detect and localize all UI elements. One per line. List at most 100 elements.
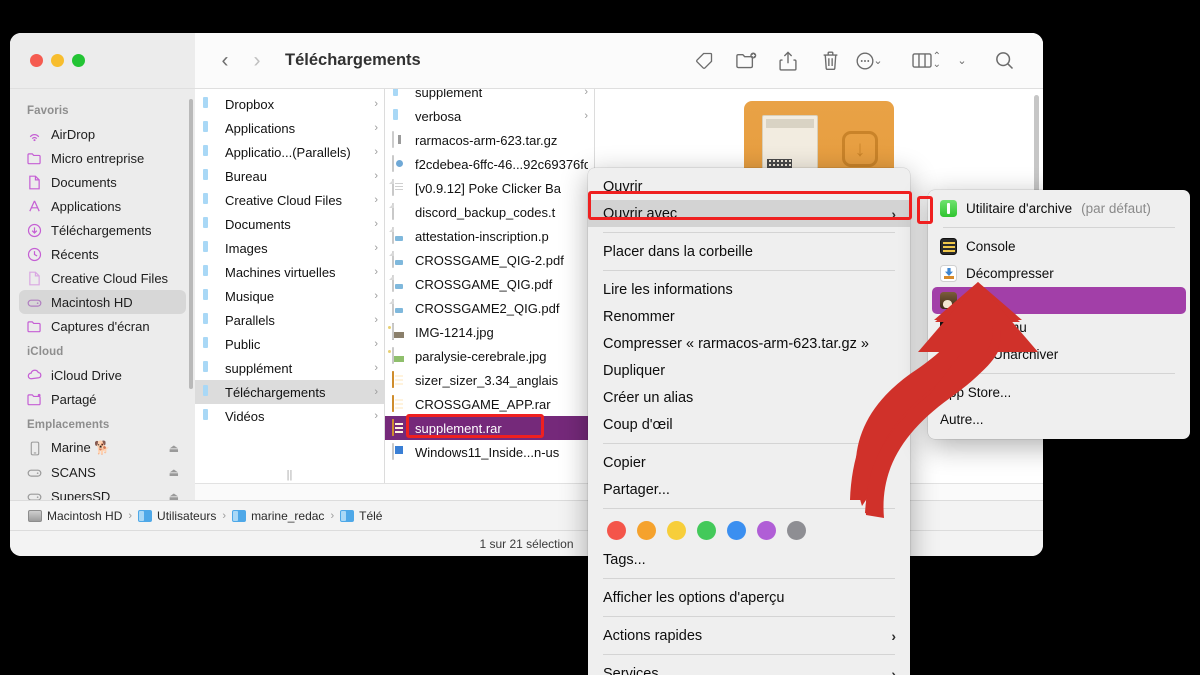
submenu-item-keka[interactable]: Keka [932, 287, 1186, 314]
tag-color-orange[interactable] [637, 521, 656, 540]
menu-item-partager[interactable]: Partager... [588, 476, 910, 503]
list-item[interactable]: rarmacos-arm-623.tar.gz [385, 128, 594, 152]
menu-item-compresser[interactable]: Compresser « rarmacos-arm-623.tar.gz » [588, 330, 910, 357]
sidebar-item-recents[interactable]: Récents [19, 242, 186, 266]
column-resizer[interactable]: || [195, 469, 384, 481]
submenu-item-decompresser[interactable]: Décompresser [928, 260, 1190, 287]
tag-color-blue[interactable] [727, 521, 746, 540]
list-item[interactable]: CROSSGAME_QIG-2.pdf [385, 248, 594, 272]
list-item[interactable]: Documents › [195, 212, 384, 236]
submenu-item-console[interactable]: Console [928, 233, 1190, 260]
breadcrumb-item-utilisateurs[interactable]: Utilisateurs [138, 509, 216, 523]
list-item[interactable]: Windows11_Inside...n-us [385, 440, 594, 464]
list-item[interactable]: Vidéos › [195, 404, 384, 428]
group-by-chevron-icon[interactable]: ⌄ [941, 44, 983, 78]
list-item[interactable]: CROSSGAME_APP.rar [385, 392, 594, 416]
forward-button[interactable]: › [241, 45, 273, 77]
list-item[interactable]: Musique › [195, 284, 384, 308]
sidebar-item-applications[interactable]: Applications [19, 194, 186, 218]
tag-icon[interactable] [683, 44, 725, 78]
tag-color-green[interactable] [697, 521, 716, 540]
tag-color-gray[interactable] [787, 521, 806, 540]
menu-item-lire-les-informations[interactable]: Lire les informations [588, 276, 910, 303]
list-item[interactable]: paralysie-cerebrale.jpg [385, 344, 594, 368]
menu-item-tags[interactable]: Tags... [588, 546, 910, 573]
sidebar-item-micro-entreprise[interactable]: Micro entreprise [19, 146, 186, 170]
breadcrumb-item-marine-redac[interactable]: marine_redac [232, 509, 324, 523]
list-item[interactable]: Bureau › [195, 164, 384, 188]
more-options-group[interactable]: ⌄ [851, 44, 883, 78]
list-item-supplement-rar[interactable]: supplement.rar [385, 416, 594, 440]
list-item[interactable]: attestation-inscription.p [385, 224, 594, 248]
sidebar-item-supersd[interactable]: SupersSD ⏏ [19, 484, 186, 500]
list-item[interactable]: IMG-1214.jpg [385, 320, 594, 344]
tag-color-yellow[interactable] [667, 521, 686, 540]
menu-item-services[interactable]: Services › [588, 660, 910, 675]
sidebar-item-marine[interactable]: Marine 🐕 ⏏ [19, 436, 186, 460]
sidebar-item-creative-cloud-files[interactable]: Creative Cloud Files [19, 266, 186, 290]
menu-item-coup-doeil[interactable]: Coup d'œil [588, 411, 910, 438]
sidebar-item-documents[interactable]: Documents [19, 170, 186, 194]
back-button[interactable]: ‹ [209, 45, 241, 77]
breadcrumb-item-telechargements[interactable]: Télé [340, 509, 382, 523]
minimize-button[interactable] [51, 54, 64, 67]
breadcrumb-item-macintosh-hd[interactable]: Macintosh HD [28, 509, 122, 523]
list-item[interactable]: [v0.9.12] Poke Clicker Ba [385, 176, 594, 200]
submenu-item-the-unarchiver[interactable]: The Unarchiver [928, 341, 1190, 368]
trash-icon[interactable] [809, 44, 851, 78]
sidebar-item-macintosh-hd[interactable]: Macintosh HD [19, 290, 186, 314]
view-mode-group[interactable]: ⌃ ⌄ [907, 44, 941, 78]
list-item[interactable]: Images › [195, 236, 384, 260]
list-item[interactable]: discord_backup_codes.t [385, 200, 594, 224]
sidebar-item-partage[interactable]: Partagé [19, 387, 186, 411]
list-item[interactable]: Machines virtuelles › [195, 260, 384, 284]
new-folder-icon[interactable] [725, 44, 767, 78]
updown-chevron-icon[interactable]: ⌃ ⌄ [933, 51, 941, 69]
menu-item-ouvrir-avec[interactable]: Ouvrir avec › [588, 200, 910, 227]
sidebar-scrollbar[interactable] [189, 99, 193, 389]
list-item[interactable]: CROSSGAME2_QIG.pdf [385, 296, 594, 320]
share-icon[interactable] [767, 44, 809, 78]
close-button[interactable] [30, 54, 43, 67]
zoom-button[interactable] [72, 54, 85, 67]
list-item[interactable]: Creative Cloud Files › [195, 188, 384, 212]
menu-item-ouvrir[interactable]: Ouvrir [588, 173, 910, 200]
eject-icon[interactable]: ⏏ [169, 442, 179, 455]
chevron-down-icon[interactable]: ⌄ [873, 54, 882, 67]
list-item[interactable]: Dropbox › [195, 92, 384, 116]
list-item[interactable]: supplément › [195, 356, 384, 380]
sidebar-item-captures-decran[interactable]: Captures d'écran [19, 314, 186, 338]
eject-icon[interactable]: ⏏ [169, 466, 179, 479]
list-item[interactable]: Applicatio...(Parallels) › [195, 140, 384, 164]
submenu-item-openemu[interactable]: OpenEmu [928, 314, 1190, 341]
submenu-item-autre[interactable]: Autre... [928, 406, 1190, 433]
submenu-item-app-store[interactable]: App Store... [928, 379, 1190, 406]
list-item[interactable]: Public › [195, 332, 384, 356]
menu-item-creer-un-alias[interactable]: Créer un alias [588, 384, 910, 411]
sidebar-item-icloud-drive[interactable]: iCloud Drive [19, 363, 186, 387]
list-item[interactable]: f2cdebea-6ffc-46...92c69376fd.mp3 [385, 152, 594, 176]
list-item[interactable]: Parallels › [195, 308, 384, 332]
list-item[interactable]: Applications › [195, 116, 384, 140]
sidebar-item-scans[interactable]: SCANS ⏏ [19, 460, 186, 484]
list-item[interactable]: sizer_sizer_3.34_anglais [385, 368, 594, 392]
list-item[interactable]: CROSSGAME_QIG.pdf [385, 272, 594, 296]
list-item[interactable]: supplement › [385, 89, 594, 104]
menu-item-renommer[interactable]: Renommer [588, 303, 910, 330]
menu-item-copier[interactable]: Copier [588, 449, 910, 476]
list-item-telechargements[interactable]: Téléchargements › [195, 380, 384, 404]
tag-color-purple[interactable] [757, 521, 776, 540]
sidebar-item-airdrop[interactable]: AirDrop [19, 122, 186, 146]
submenu-item-utilitaire-darchive[interactable]: Utilitaire d'archive (par défaut) [928, 195, 1190, 222]
menu-item-placer-dans-la-corbeille[interactable]: Placer dans la corbeille [588, 238, 910, 265]
menu-item-label: Renommer [603, 308, 675, 325]
breadcrumb-separator: › [222, 509, 227, 522]
menu-item-afficher-les-options-dapercu[interactable]: Afficher les options d'aperçu [588, 584, 910, 611]
eject-icon[interactable]: ⏏ [169, 490, 179, 501]
search-icon[interactable] [983, 44, 1025, 78]
sidebar-item-telechargements[interactable]: Téléchargements [19, 218, 186, 242]
tag-color-red[interactable] [607, 521, 626, 540]
menu-item-dupliquer[interactable]: Dupliquer [588, 357, 910, 384]
menu-item-actions-rapides[interactable]: Actions rapides › [588, 622, 910, 649]
list-item[interactable]: verbosa › [385, 104, 594, 128]
